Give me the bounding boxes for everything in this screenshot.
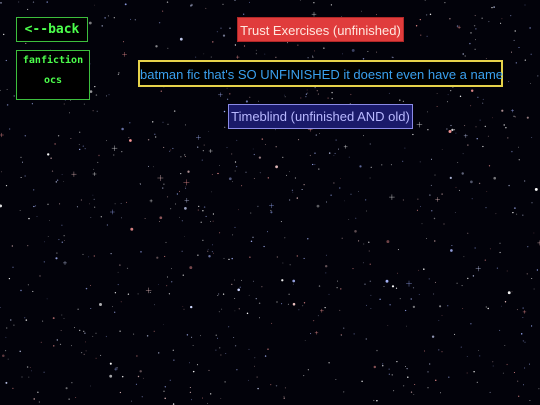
story-link-timeblind[interactable]: Timeblind (unfinished AND old) bbox=[228, 104, 413, 129]
story-link-batman-fic[interactable]: batman fic that's SO UNFINISHED it doesn… bbox=[138, 60, 503, 87]
nav-link-fanfiction[interactable]: fanfiction bbox=[17, 56, 89, 66]
story-link-trust-exercises[interactable]: Trust Exercises (unfinished) bbox=[237, 17, 404, 42]
back-button[interactable]: <--back bbox=[16, 17, 88, 42]
nav-link-ocs[interactable]: ocs bbox=[17, 76, 89, 86]
page: <--back fanfiction ocs Trust Exercises (… bbox=[0, 0, 540, 405]
nav-menu: fanfiction ocs bbox=[16, 50, 90, 100]
